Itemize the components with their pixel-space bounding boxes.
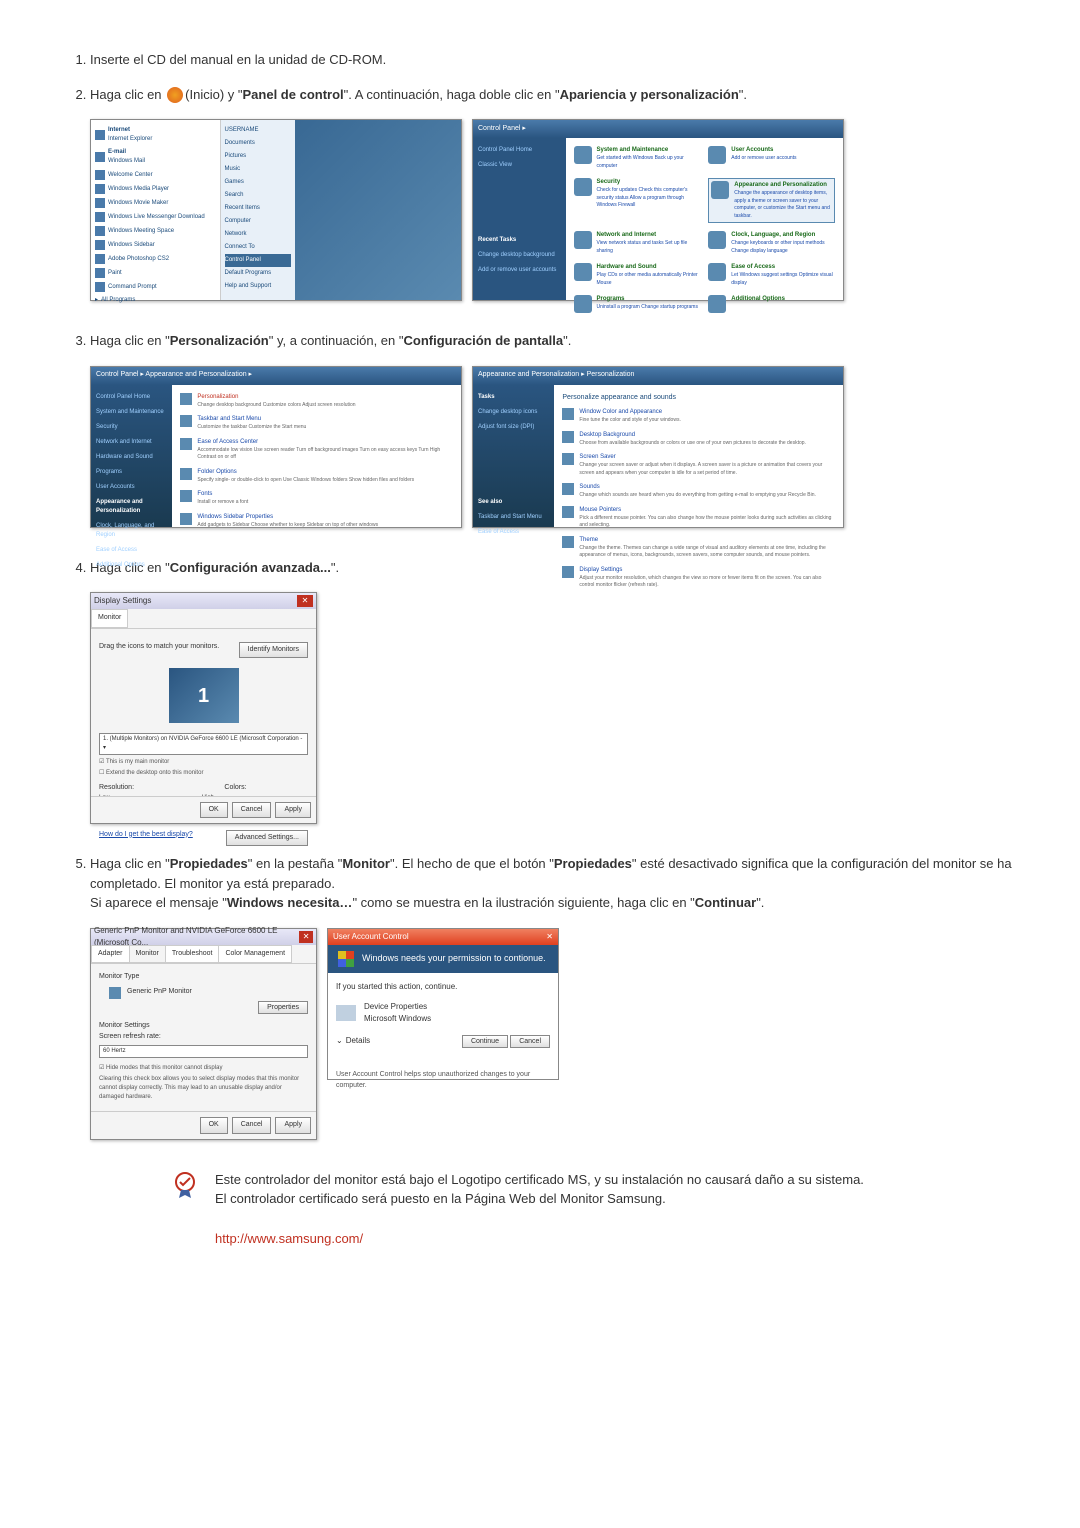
sidebar-icon	[180, 513, 192, 525]
sm-internet: InternetInternet Explorer	[95, 124, 216, 146]
wmp-icon	[95, 184, 105, 194]
certified-icon	[170, 1170, 200, 1200]
paint-icon	[95, 268, 105, 278]
user-icon	[708, 146, 726, 164]
screenshot-row-3: Display Settings ✕ Monitor Drag the icon…	[90, 592, 1020, 824]
refresh-select: 60 Hertz	[99, 1045, 308, 1058]
mouse-icon	[562, 506, 574, 518]
sm-photoshop: Adobe Photoshop CS2	[95, 252, 216, 266]
sm-meeting: Windows Meeting Space	[95, 224, 216, 238]
samsung-link[interactable]: http://www.samsung.com/	[215, 1229, 1020, 1249]
taskbar-icon	[180, 415, 192, 427]
screenshot-monitor-props: Generic PnP Monitor and NVIDIA GeForce 6…	[90, 928, 317, 1140]
sounds-icon	[562, 483, 574, 495]
tab-monitor: Monitor	[129, 945, 166, 964]
sm-email: E-mailWindows Mail	[95, 146, 216, 168]
sm-ws: Windows Sidebar	[95, 238, 216, 252]
device-icon	[336, 1005, 356, 1021]
step-1: Inserte el CD del manual en la unidad de…	[90, 50, 1020, 70]
sm-welcome: Welcome Center	[95, 168, 216, 182]
pers-icon	[180, 393, 192, 405]
chevron-down-icon: ⌄	[336, 1035, 343, 1047]
close-icon: ✕	[297, 595, 313, 607]
ok-btn: OK	[200, 1117, 228, 1134]
bg-icon	[562, 431, 574, 443]
step-2: Haga clic en (Inicio) y "Panel de contro…	[90, 85, 1020, 105]
cancel-btn: Cancel	[232, 1117, 272, 1134]
advanced-btn: Advanced Settings...	[226, 830, 308, 847]
sm-paint: Paint	[95, 266, 216, 280]
sm-wmp: Windows Media Player	[95, 182, 216, 196]
ss-icon	[562, 453, 574, 465]
appearance-icon	[711, 181, 729, 199]
cmd-icon	[95, 282, 105, 292]
screenshot-row-1: InternetInternet Explorer E-mailWindows …	[90, 119, 1020, 301]
wmm-icon	[95, 198, 105, 208]
uac-title: User Account Control	[333, 931, 409, 943]
monitor-select: 1. (Multiple Monitors) on NVIDIA GeForce…	[99, 733, 308, 755]
ease-icon	[180, 438, 192, 450]
tab-monitor: Monitor	[91, 609, 128, 628]
ps-icon	[95, 254, 105, 264]
step-4: Haga clic en "Configuración avanzada..."…	[90, 558, 1020, 578]
programs-icon	[574, 295, 592, 313]
display-icon	[562, 566, 574, 578]
screenshot-row-2: Control Panel ▸ Appearance and Personali…	[90, 366, 1020, 528]
close-icon: ✕	[546, 931, 553, 943]
screenshot-display-settings: Display Settings ✕ Monitor Drag the icon…	[90, 592, 317, 824]
folder-icon	[180, 468, 192, 480]
apply-btn: Apply	[275, 1117, 311, 1134]
color-icon	[562, 408, 574, 420]
ds-title: Display Settings	[94, 595, 151, 607]
sm-cmd: Command Prompt	[95, 280, 216, 294]
close-icon: ✕	[299, 931, 313, 943]
additional-icon	[708, 295, 726, 313]
help-link: How do I get the best display?	[99, 830, 193, 847]
tab-adapter: Adapter	[91, 945, 130, 964]
screenshot-personalization: Appearance and Personalization ▸ Persona…	[472, 366, 844, 528]
ok-btn: OK	[200, 802, 228, 819]
sidebar-icon	[95, 240, 105, 250]
welcome-icon	[95, 170, 105, 180]
security-icon	[574, 178, 592, 196]
cp-addressbar: Control Panel ▸	[473, 120, 843, 138]
sm-allprogs: ▸ All Programs	[95, 294, 216, 307]
tab-troubleshoot: Troubleshoot	[165, 945, 220, 964]
hardware-icon	[574, 263, 592, 281]
apply-btn: Apply	[275, 802, 311, 819]
step-5: Haga clic en "Propiedades" en la pestaña…	[90, 854, 1020, 913]
cancel-btn: Cancel	[232, 802, 272, 819]
shield-icon	[338, 951, 354, 967]
properties-btn: Properties	[258, 1001, 308, 1014]
fonts-icon	[180, 490, 192, 502]
system-icon	[574, 146, 592, 164]
screenshot-appearance: Control Panel ▸ Appearance and Personali…	[90, 366, 462, 528]
tab-colormgmt: Color Management	[218, 945, 292, 964]
theme-icon	[562, 536, 574, 548]
meeting-icon	[95, 226, 105, 236]
wlm-icon	[95, 212, 105, 222]
screenshot-uac: User Account Control ✕ Windows needs you…	[327, 928, 559, 1080]
footer-note: Este controlador del monitor está bajo e…	[170, 1170, 990, 1209]
screenshot-row-4: Generic PnP Monitor and NVIDIA GeForce 6…	[90, 928, 1020, 1140]
identify-btn: Identify Monitors	[239, 642, 308, 659]
monitor-preview: 1	[169, 668, 239, 723]
continue-btn: Continue	[462, 1035, 508, 1048]
start-orb-icon	[167, 87, 183, 103]
pers2-addressbar: Appearance and Personalization ▸ Persona…	[473, 367, 843, 385]
monitor-icon	[109, 987, 121, 999]
ease-icon	[708, 263, 726, 281]
network-icon	[574, 231, 592, 249]
sm-wlm: Windows Live Messenger Download	[95, 210, 216, 224]
cancel-btn: Cancel	[510, 1035, 550, 1048]
mail-icon	[95, 152, 105, 162]
screenshot-start-menu: InternetInternet Explorer E-mailWindows …	[90, 119, 462, 301]
screenshot-control-panel: Control Panel ▸ Control Panel Home Class…	[472, 119, 844, 301]
pers1-addressbar: Control Panel ▸ Appearance and Personali…	[91, 367, 461, 385]
ie-icon	[95, 130, 105, 140]
step-3: Haga clic en "Personalización" y, a cont…	[90, 331, 1020, 351]
step-1-text: Inserte el CD del manual en la unidad de…	[90, 52, 386, 67]
sm-wmm: Windows Movie Maker	[95, 196, 216, 210]
clock-icon	[708, 231, 726, 249]
